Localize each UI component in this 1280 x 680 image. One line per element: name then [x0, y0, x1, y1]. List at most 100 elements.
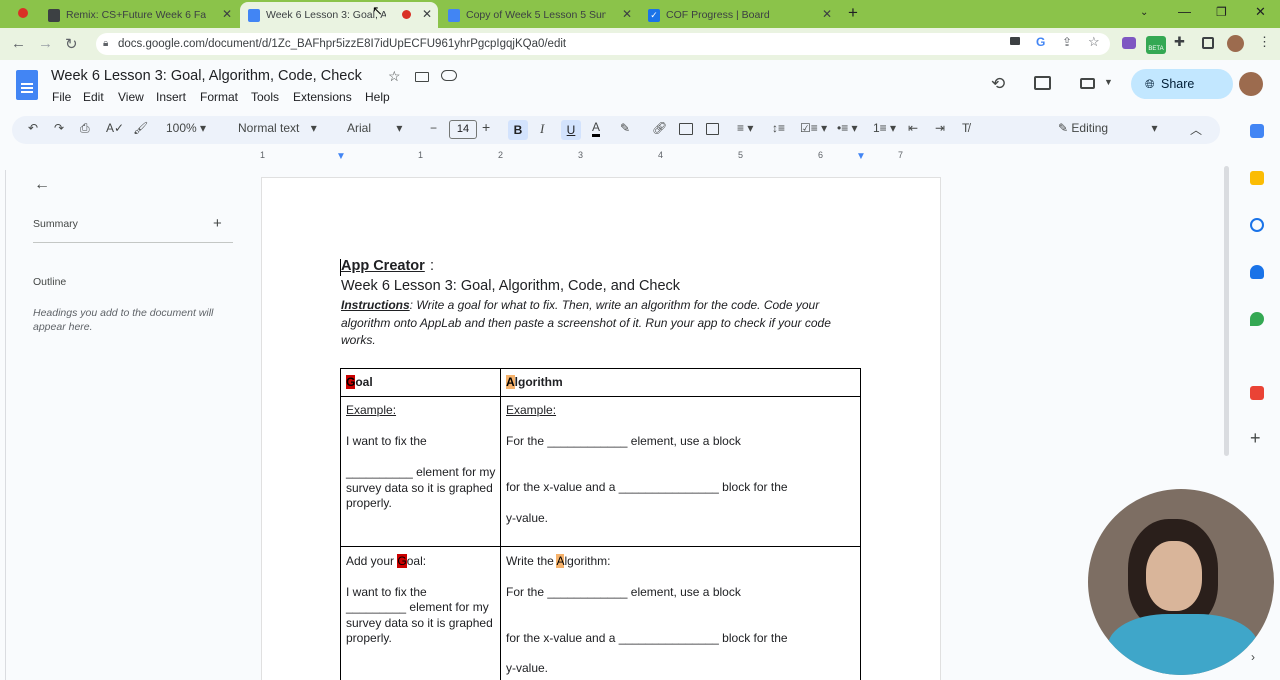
- side-panel-icon[interactable]: [1202, 37, 1214, 49]
- clear-formatting-icon[interactable]: T̸: [962, 121, 969, 135]
- insert-link-icon[interactable]: 🔗︎: [652, 121, 667, 135]
- menu-view[interactable]: View: [118, 90, 144, 104]
- google-docs-logo-icon[interactable]: [16, 70, 38, 100]
- meet-dropdown-icon[interactable]: ▼: [1104, 77, 1113, 87]
- algorithm-column-header[interactable]: Algorithm: [506, 375, 563, 391]
- menu-file[interactable]: File: [52, 90, 71, 104]
- style-select[interactable]: Normal text ▾: [238, 121, 317, 135]
- bold-button[interactable]: B: [508, 120, 528, 140]
- increase-font-size-icon[interactable]: +: [482, 119, 490, 135]
- menu-extensions[interactable]: Extensions: [293, 90, 352, 104]
- goal-example-line1[interactable]: I want to fix the: [346, 434, 427, 450]
- page-scrollbar[interactable]: [1224, 166, 1229, 456]
- menu-help[interactable]: Help: [365, 90, 390, 104]
- new-tab-icon[interactable]: +: [848, 3, 858, 23]
- extension-icon[interactable]: [1122, 37, 1136, 49]
- office-addon-icon[interactable]: [1250, 386, 1264, 400]
- horizontal-ruler[interactable]: 1 1 2 3 4 5 6 7 ▼ ▼: [260, 150, 940, 164]
- algorithm-example-label[interactable]: Example:: [506, 403, 556, 419]
- beta-extension-icon[interactable]: BETA: [1146, 36, 1166, 54]
- italic-button[interactable]: I: [540, 121, 544, 137]
- star-icon[interactable]: ☆: [388, 68, 401, 85]
- algorithm-row2-line2[interactable]: for the x-value and a _______________ bl…: [506, 631, 856, 647]
- menu-tools[interactable]: Tools: [251, 90, 279, 104]
- write-algorithm-label[interactable]: Write the Algorithm:: [506, 554, 611, 570]
- close-window-icon[interactable]: ✕: [1255, 4, 1266, 20]
- redo-icon[interactable]: ↷: [54, 121, 64, 135]
- url-input[interactable]: docs.google.com/document/d/1Zc_BAFhpr5iz…: [96, 33, 1110, 55]
- menu-format[interactable]: Format: [200, 90, 238, 104]
- decrease-indent-icon[interactable]: ⇤: [908, 121, 918, 135]
- back-icon[interactable]: ←: [11, 35, 26, 52]
- browser-tab-cof[interactable]: ✓ COF Progress | Board ✕: [640, 2, 838, 28]
- reload-icon[interactable]: ↻: [65, 35, 78, 53]
- highlight-color-icon[interactable]: ✎: [620, 121, 630, 135]
- tasks-icon[interactable]: [1250, 218, 1264, 232]
- collapse-toolbar-icon[interactable]: ︿: [1190, 121, 1202, 138]
- comments-icon[interactable]: [1034, 76, 1051, 90]
- close-tab-icon[interactable]: ✕: [822, 7, 832, 21]
- undo-icon[interactable]: ↶: [28, 121, 38, 135]
- account-avatar[interactable]: [1239, 72, 1263, 96]
- menu-insert[interactable]: Insert: [156, 90, 186, 104]
- paint-format-icon[interactable]: 🖌︎: [133, 121, 148, 135]
- instructions-paragraph[interactable]: Instructions: Write a goal for what to f…: [341, 297, 861, 350]
- align-icon[interactable]: ≡ ▾: [737, 121, 753, 135]
- google-icon[interactable]: G: [1036, 35, 1045, 49]
- goal-example-line2[interactable]: __________ element for my survey data so…: [346, 465, 496, 512]
- algorithm-example-line2[interactable]: for the x-value and a _______________ bl…: [506, 480, 856, 496]
- insert-image-icon[interactable]: [706, 123, 719, 135]
- close-tab-icon[interactable]: ✕: [222, 7, 232, 21]
- add-summary-icon[interactable]: +: [213, 215, 222, 232]
- algorithm-example-line3[interactable]: y-value.: [506, 511, 548, 527]
- tab-search-icon[interactable]: ⌄: [1140, 7, 1148, 18]
- increase-indent-icon[interactable]: ⇥: [935, 121, 945, 135]
- maps-icon[interactable]: [1250, 312, 1264, 326]
- chrome-menu-icon[interactable]: ⋮: [1258, 34, 1271, 50]
- keep-icon[interactable]: [1250, 171, 1264, 185]
- puzzle-extensions-icon[interactable]: ✚: [1174, 34, 1185, 50]
- decrease-font-size-icon[interactable]: −: [430, 121, 437, 135]
- algorithm-row2-line3[interactable]: y-value.: [506, 661, 548, 677]
- maximize-icon[interactable]: ❐: [1216, 5, 1227, 19]
- print-icon[interactable]: ⎙: [80, 121, 90, 136]
- zoom-select[interactable]: 100% ▾: [166, 121, 206, 135]
- font-select[interactable]: Arial ▾: [347, 121, 402, 135]
- underline-button[interactable]: U: [561, 120, 581, 140]
- right-indent-marker[interactable]: ▼: [856, 151, 866, 162]
- add-comment-icon[interactable]: [679, 123, 693, 135]
- calendar-icon[interactable]: [1250, 124, 1264, 138]
- version-history-icon[interactable]: ⟲: [991, 74, 1005, 94]
- text-color-icon[interactable]: A: [592, 121, 601, 137]
- camera-icon[interactable]: [1010, 37, 1020, 45]
- menu-edit[interactable]: Edit: [83, 90, 104, 104]
- checklist-icon[interactable]: ☑≡ ▾: [800, 121, 827, 135]
- browser-tab-week6[interactable]: Week 6 Lesson 3: Goal, Algo ✕: [240, 2, 438, 28]
- browser-tab-week5[interactable]: Copy of Week 5 Lesson 5 Survey ✕: [440, 2, 638, 28]
- app-creator-heading[interactable]: App Creator: [341, 258, 425, 274]
- bookmark-star-icon[interactable]: ☆: [1088, 34, 1100, 50]
- font-size-input[interactable]: 14: [449, 120, 477, 139]
- close-tab-icon[interactable]: ✕: [622, 7, 632, 21]
- spellcheck-icon[interactable]: A✓: [106, 121, 124, 135]
- move-folder-icon[interactable]: [415, 72, 429, 82]
- goal-row2-line2[interactable]: _________ element for my survey data so …: [346, 600, 496, 647]
- close-outline-back-icon[interactable]: ←: [34, 176, 50, 194]
- bulleted-list-icon[interactable]: •≡ ▾: [837, 121, 858, 135]
- goal-row2-line1[interactable]: I want to fix the: [346, 585, 427, 601]
- contacts-icon[interactable]: [1250, 265, 1264, 279]
- lesson-title[interactable]: Week 6 Lesson 3: Goal, Algorithm, Code, …: [341, 278, 680, 294]
- profile-avatar[interactable]: [1227, 35, 1244, 52]
- editing-mode-select[interactable]: ✎ Editing ▾: [1058, 121, 1157, 135]
- app-creator-colon[interactable]: :: [430, 258, 434, 274]
- lock-icon[interactable]: 🔒︎: [103, 38, 108, 49]
- algorithm-row2-line1[interactable]: For the ____________ element, use a bloc…: [506, 585, 746, 601]
- numbered-list-icon[interactable]: 1≡ ▾: [873, 121, 896, 135]
- minimize-icon[interactable]: —: [1178, 4, 1191, 19]
- add-goal-label[interactable]: Add your Goal:: [346, 554, 426, 570]
- left-indent-marker[interactable]: ▼: [336, 151, 346, 162]
- share-button[interactable]: 🌐︎ Share: [1131, 69, 1233, 99]
- share-page-icon[interactable]: ⇪: [1062, 35, 1072, 49]
- close-tab-icon[interactable]: ✕: [422, 7, 432, 21]
- forward-icon[interactable]: →: [38, 35, 53, 52]
